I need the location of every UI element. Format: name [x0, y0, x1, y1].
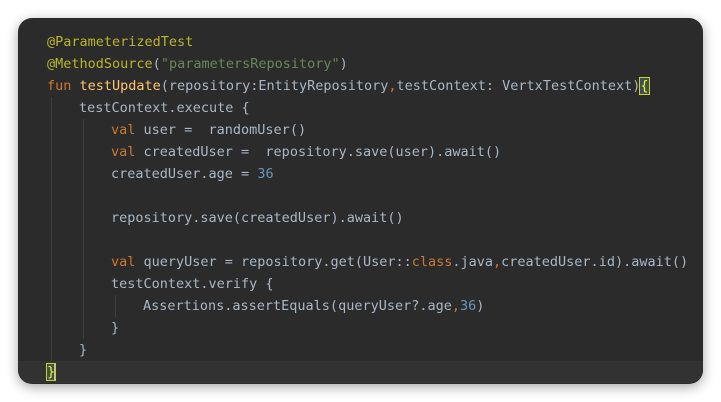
indent-guide	[83, 295, 84, 317]
code-token: ,	[451, 298, 460, 314]
indent-guide	[83, 251, 84, 273]
code-editor[interactable]: @ParameterizedTest @MethodSource("paramet…	[18, 18, 703, 384]
indent-guide	[51, 251, 52, 273]
indent-guide	[83, 119, 84, 141]
code-token: testContext: VertxTestContext)	[396, 78, 641, 94]
code-area[interactable]: @ParameterizedTest @MethodSource("paramet…	[18, 31, 703, 383]
code-token: "parametersRepository"	[160, 56, 340, 72]
code-line[interactable]: val queryUser = repository.get(User::cla…	[18, 251, 703, 273]
code-line-content: }	[47, 342, 87, 358]
code-token: )	[339, 56, 348, 72]
code-line[interactable]: @ParameterizedTest	[18, 31, 703, 53]
code-line[interactable]	[18, 229, 703, 251]
code-token: @ParameterizedTest	[47, 34, 194, 50]
indent-guide	[51, 119, 52, 141]
indent-guide	[83, 163, 84, 185]
indent-guide	[83, 273, 84, 295]
code-line[interactable]: testContext.verify {	[18, 273, 703, 295]
code-line-content: val user = randomUser()	[47, 122, 306, 138]
code-token: createdUser.age =	[111, 166, 258, 182]
code-token: fun	[47, 78, 80, 94]
code-line[interactable]: repository.save(createdUser).await()	[18, 207, 703, 229]
indent-guide	[51, 207, 52, 229]
indent-guide	[83, 185, 84, 207]
code-line[interactable]: testContext.execute {	[18, 97, 703, 119]
indent-guide	[83, 229, 84, 251]
code-token: @MethodSource	[47, 56, 153, 72]
indent-guide	[51, 273, 52, 295]
code-token: Assertions.assertEquals(queryUser?.age	[143, 298, 452, 314]
code-token: createdUser = repository.save(user).awai…	[143, 144, 502, 160]
code-line[interactable]: fun testUpdate(repository:EntityReposito…	[18, 75, 703, 97]
indent-guide	[115, 295, 116, 317]
indent-guide	[51, 141, 52, 163]
code-line[interactable]: val createdUser = repository.save(user).…	[18, 141, 703, 163]
code-token: (	[152, 56, 161, 72]
code-line-content: testContext.execute {	[47, 100, 250, 116]
code-token: }	[111, 320, 120, 336]
code-line-content: }	[45, 363, 57, 381]
code-token: .java	[452, 254, 494, 270]
code-line-content: testContext.verify {	[47, 276, 274, 292]
text-caret	[54, 364, 57, 380]
code-line-content: val queryUser = repository.get(User::cla…	[47, 254, 688, 270]
code-token: ,	[493, 254, 502, 270]
code-line-content	[47, 188, 111, 204]
code-token: )	[476, 298, 485, 314]
code-line-content: repository.save(createdUser).await()	[47, 210, 404, 226]
code-token: ,	[388, 78, 397, 94]
code-token: (repository:EntityRepository	[160, 78, 389, 94]
indent-guide	[83, 317, 84, 339]
code-line-content: Assertions.assertEquals(queryUser?.age,3…	[47, 298, 484, 314]
code-token: val	[111, 122, 144, 138]
code-token: testUpdate	[79, 78, 161, 94]
code-token: queryUser = repository.get(User::	[143, 254, 412, 270]
indent-guide	[51, 229, 52, 251]
indent-guide	[83, 141, 84, 163]
code-line-content: fun testUpdate(repository:EntityReposito…	[47, 77, 650, 95]
code-line[interactable]	[18, 185, 703, 207]
code-token: {	[639, 77, 650, 95]
indent-guide	[51, 317, 52, 339]
code-line[interactable]: }	[18, 317, 703, 339]
indent-guide	[83, 207, 84, 229]
indent-guide	[51, 295, 52, 317]
code-token: 36	[460, 298, 477, 314]
code-token: repository.save(createdUser).await()	[111, 210, 404, 226]
indent-guide	[51, 339, 52, 361]
code-line-content: createdUser.age = 36	[47, 166, 274, 182]
code-token: createdUser.id).await()	[501, 254, 689, 270]
code-line-content: @MethodSource("parametersRepository")	[47, 56, 348, 72]
code-line-content	[47, 232, 111, 248]
code-token: val	[111, 144, 144, 160]
code-token: val	[111, 254, 144, 270]
code-token: user = randomUser()	[143, 122, 307, 138]
code-token: class	[411, 254, 453, 270]
code-token: testContext.verify {	[111, 276, 274, 292]
indent-guide	[51, 97, 52, 119]
code-line-content: val createdUser = repository.save(user).…	[47, 144, 501, 160]
code-token: testContext.execute {	[79, 100, 250, 116]
code-line[interactable]: }	[18, 361, 703, 383]
indent-guide	[51, 185, 52, 207]
code-line[interactable]: createdUser.age = 36	[18, 163, 703, 185]
code-line[interactable]: }	[18, 339, 703, 361]
code-line[interactable]: @MethodSource("parametersRepository")	[18, 53, 703, 75]
code-line[interactable]: val user = randomUser()	[18, 119, 703, 141]
code-token: }	[79, 342, 88, 358]
code-token: 36	[257, 166, 274, 182]
code-line-content: @ParameterizedTest	[47, 34, 193, 50]
indent-guide	[51, 163, 52, 185]
code-line[interactable]: Assertions.assertEquals(queryUser?.age,3…	[18, 295, 703, 317]
